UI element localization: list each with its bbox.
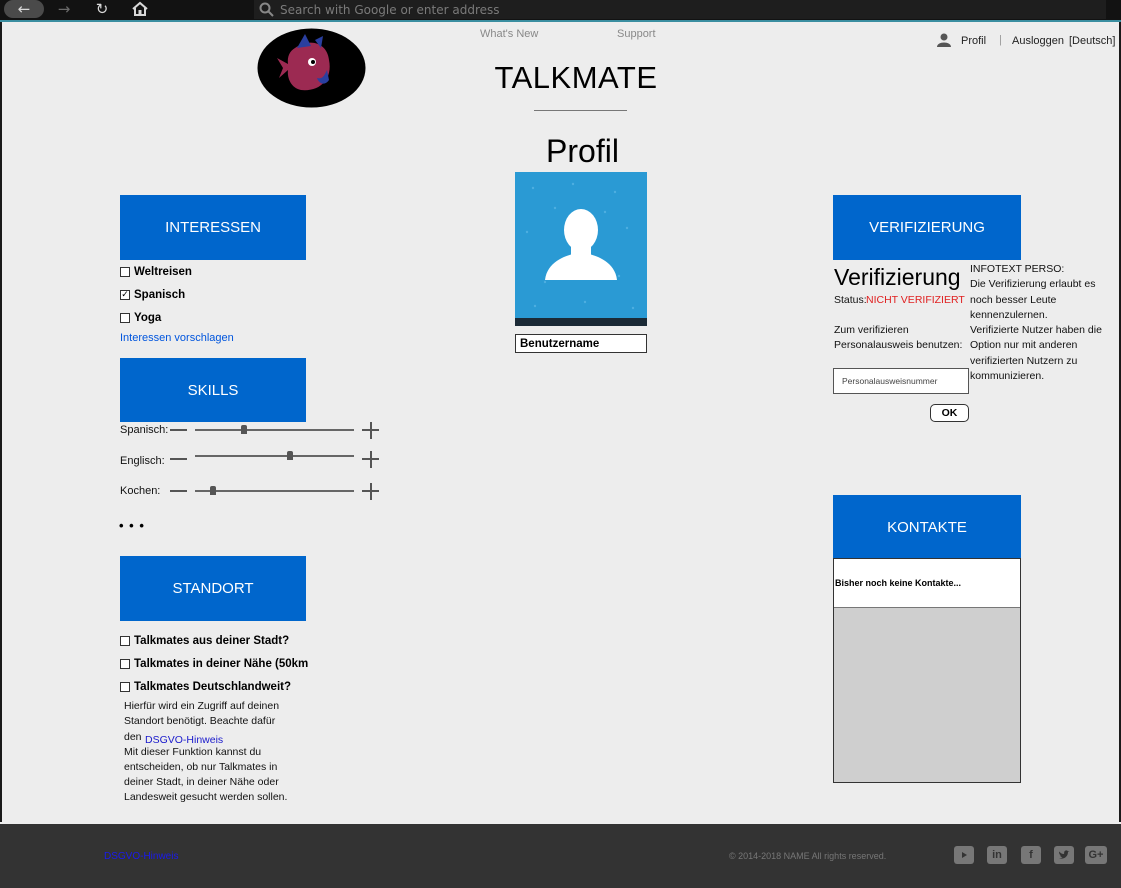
interest-item[interactable]: Yoga — [120, 312, 161, 324]
youtube-icon[interactable] — [954, 846, 974, 864]
infotext-line: kommunizieren. — [970, 370, 1045, 382]
profile-picture[interactable] — [515, 172, 647, 326]
skill-label: Kochen: — [120, 485, 161, 497]
interest-item[interactable]: ✓ Spanisch — [120, 289, 185, 301]
location-option[interactable]: Talkmates in deiner Nähe (50km — [120, 658, 308, 670]
interest-label: Weltreisen — [134, 266, 192, 278]
id-number-input[interactable] — [833, 368, 969, 394]
interest-label: Yoga — [134, 312, 162, 324]
location-option-label: Talkmates Deutschlandweit? — [134, 681, 291, 693]
reload-icon[interactable]: ↻ — [90, 0, 114, 18]
location-option[interactable]: Talkmates aus deiner Stadt? — [120, 635, 289, 647]
plus-icon-vertical[interactable] — [369, 482, 372, 500]
logout-link[interactable]: Ausloggen — [1012, 35, 1064, 47]
location-info-line: Mit dieser Funktion kannst du — [124, 746, 262, 758]
interests-button[interactable]: INTERESSEN — [120, 195, 306, 260]
image-watermark-bar — [515, 318, 647, 326]
location-option[interactable]: Talkmates Deutschlandweit? — [120, 681, 291, 693]
location-option-label: Talkmates in deiner Nähe (50km — [134, 658, 309, 670]
minus-icon[interactable] — [170, 458, 187, 460]
profile-heading: Profil — [546, 133, 619, 169]
skill-slider-englisch[interactable] — [195, 455, 354, 457]
slider-thumb[interactable] — [210, 486, 216, 495]
checkbox[interactable] — [120, 659, 130, 669]
page-title: TALKMATE — [494, 60, 658, 95]
forward-arrow-icon[interactable]: → — [50, 0, 78, 18]
google-plus-icon[interactable]: G+ — [1085, 846, 1107, 864]
infotext-line: noch besser Leute — [970, 294, 1057, 306]
address-input[interactable] — [280, 2, 1080, 17]
plus-icon-vertical[interactable] — [369, 421, 372, 439]
skill-label: Spanisch: — [120, 424, 169, 436]
checkbox[interactable] — [120, 682, 130, 692]
suggest-interests-link[interactable]: Interessen vorschlagen — [120, 332, 234, 344]
contacts-empty-message: Bisher noch keine Kontakte... — [834, 559, 1020, 608]
interest-item[interactable]: Weltreisen — [120, 266, 192, 278]
copyright-text: © 2014-2018 NAME All rights reserved. — [729, 851, 887, 861]
infotext-line: Die Verifizierung erlaubt es — [970, 278, 1096, 290]
skills-button[interactable]: SKILLS — [120, 358, 306, 422]
plus-icon-vertical[interactable] — [369, 450, 372, 468]
checkbox[interactable] — [120, 313, 130, 323]
status-label: Status: — [834, 294, 867, 306]
location-info-line: den — [124, 731, 142, 743]
facebook-icon[interactable]: f — [1021, 846, 1041, 864]
whats-new-link[interactable]: What's New — [480, 28, 538, 40]
search-icon — [254, 2, 280, 18]
user-icon[interactable] — [936, 33, 952, 52]
contacts-list: Bisher noch keine Kontakte... — [833, 558, 1021, 783]
location-info-line: deiner Stadt, in deiner Nähe oder — [124, 776, 279, 788]
support-link[interactable]: Support — [617, 28, 656, 40]
header-separator: | — [999, 34, 1002, 46]
linkedin-icon[interactable]: in — [987, 846, 1007, 864]
logo — [257, 28, 366, 108]
infotext-line: Option nur mit anderen — [970, 339, 1078, 351]
skill-slider-spanisch[interactable] — [195, 429, 354, 431]
location-info-line: Standort benötigt. Beachte dafür — [124, 715, 276, 727]
ok-button[interactable]: OK — [930, 404, 969, 422]
back-arrow-icon[interactable]: ← — [4, 0, 44, 18]
location-info-line: entscheiden, ob nur Talkmates in — [124, 761, 278, 773]
verification-instruction: Personalausweis benutzen: — [834, 339, 963, 351]
window-border-left — [0, 22, 2, 822]
location-option-label: Talkmates aus deiner Stadt? — [134, 635, 290, 647]
title-divider — [534, 110, 627, 111]
username-field[interactable]: Benutzername — [515, 334, 647, 353]
minus-icon[interactable] — [170, 490, 187, 492]
infotext-line: Verifizierte Nutzer haben die — [970, 324, 1102, 336]
status-badge: NICHT VERIFIZIERT — [866, 294, 965, 306]
location-info-line: Landesweit gesucht werden sollen. — [124, 791, 288, 803]
checkbox-checked[interactable]: ✓ — [120, 290, 130, 300]
language-switcher[interactable]: [Deutsch] — [1069, 35, 1115, 47]
checkbox[interactable] — [120, 636, 130, 646]
location-info-line: Hierfür wird ein Zugriff auf deinen — [124, 700, 280, 712]
infotext-line: kennenzulernen. — [970, 309, 1048, 321]
twitter-icon[interactable] — [1054, 846, 1074, 864]
more-skills-ellipsis[interactable]: • • • — [119, 518, 145, 533]
interest-label: Spanisch — [134, 289, 186, 301]
verification-title: Verifizierung — [834, 264, 961, 290]
slider-thumb[interactable] — [287, 451, 293, 460]
slider-thumb[interactable] — [241, 425, 247, 434]
address-bar[interactable] — [254, 0, 1106, 19]
skill-slider-kochen[interactable] — [195, 490, 354, 492]
verification-button[interactable]: VERIFIZIERUNG — [833, 195, 1021, 260]
footer-dsgvo-link[interactable]: DSGVO-Hinweis — [104, 851, 178, 862]
contacts-button[interactable]: KONTAKTE — [833, 495, 1021, 559]
profil-link[interactable]: Profil — [961, 35, 986, 47]
checkbox[interactable] — [120, 267, 130, 277]
location-button[interactable]: STANDORT — [120, 556, 306, 621]
home-icon[interactable] — [128, 0, 152, 18]
infotext-line: verifizierten Nutzern zu — [970, 355, 1078, 367]
minus-icon[interactable] — [170, 429, 187, 431]
skill-label: Englisch: — [120, 455, 165, 467]
infotext-line: INFOTEXT PERSO: — [970, 263, 1065, 275]
verification-instruction: Zum verifizieren — [834, 324, 909, 336]
